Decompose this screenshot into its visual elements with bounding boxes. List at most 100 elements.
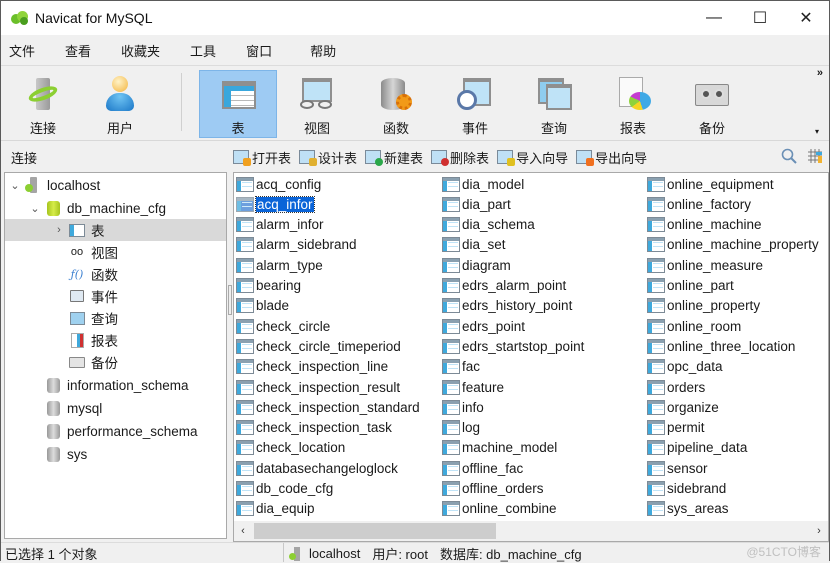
table-item[interactable]: online_three_location <box>647 336 795 356</box>
chevron-right-icon[interactable]: › <box>53 224 65 236</box>
menu-help[interactable]: 帮助 <box>302 41 344 60</box>
toolbar-function-button[interactable]: 函数 <box>357 70 435 138</box>
table-item[interactable]: diagram <box>442 255 511 275</box>
design-table-button[interactable]: 设计表 <box>299 148 357 167</box>
table-item[interactable]: online_measure <box>647 255 763 275</box>
menu-window[interactable]: 窗口 <box>238 41 280 60</box>
delete-table-button[interactable]: 删除表 <box>431 148 489 167</box>
scroll-left-icon[interactable]: ‹ <box>234 521 252 541</box>
table-item[interactable]: log <box>442 418 480 438</box>
table-item[interactable]: info <box>442 397 484 417</box>
toolbar-event-button[interactable]: 事件 <box>436 70 514 138</box>
table-item[interactable]: bearing <box>236 276 301 296</box>
table-item[interactable]: check_circle_timeperiod <box>236 336 401 356</box>
table-item[interactable]: check_inspection_task <box>236 418 392 438</box>
table-item[interactable]: pipeline_data <box>647 438 747 458</box>
table-item[interactable]: acq_infor <box>236 194 315 214</box>
table-item[interactable]: online_factory <box>647 194 751 214</box>
menu-view[interactable]: 查看 <box>57 41 99 60</box>
toolbar-dropdown-button[interactable]: ▾ <box>815 127 819 136</box>
new-table-button[interactable]: 新建表 <box>365 148 423 167</box>
tree-item-reports[interactable]: 报表 <box>5 329 226 351</box>
table-item[interactable]: edrs_startstop_point <box>442 336 584 356</box>
scroll-right-icon[interactable]: › <box>810 521 828 541</box>
table-item[interactable]: databasechangeloglock <box>236 458 398 478</box>
minimize-button[interactable]: — <box>691 1 737 35</box>
table-item[interactable]: opc_data <box>647 357 723 377</box>
table-item[interactable]: dia_set <box>442 235 506 255</box>
maximize-button[interactable]: ☐ <box>737 1 783 35</box>
table-item[interactable]: dia_equip <box>236 499 315 519</box>
table-item[interactable]: sys_areas <box>647 499 729 519</box>
table-item[interactable]: edrs_point <box>442 316 525 336</box>
menu-tools[interactable]: 工具 <box>182 41 224 60</box>
tree-item-functions[interactable]: ƒ() 函数 <box>5 263 226 285</box>
table-item[interactable]: offline_fac <box>442 458 523 478</box>
table-item[interactable]: dia_part <box>442 194 511 214</box>
table-item[interactable]: online_machine <box>647 215 762 235</box>
table-item[interactable]: blade <box>236 296 289 316</box>
table-item[interactable]: sidebrand <box>647 479 726 499</box>
open-table-button[interactable]: 打开表 <box>233 148 291 167</box>
toolbar-query-button[interactable]: 查询 <box>515 70 593 138</box>
table-item[interactable]: online_room <box>647 316 741 336</box>
tree-item-queries[interactable]: 查询 <box>5 307 226 329</box>
splitter-grip[interactable] <box>228 285 232 315</box>
table-item[interactable]: check_inspection_line <box>236 357 388 377</box>
table-item[interactable]: online_equipment <box>647 174 774 194</box>
table-item[interactable]: organize <box>647 397 719 417</box>
chevron-down-icon[interactable]: ⌄ <box>9 179 21 192</box>
tree-database-information-schema[interactable]: information_schema <box>5 374 226 396</box>
table-item[interactable]: sensor <box>647 458 708 478</box>
tree-item-tables[interactable]: › 表 <box>5 219 226 241</box>
close-button[interactable]: ✕ <box>783 1 829 35</box>
table-item[interactable]: alarm_type <box>236 255 323 275</box>
menu-favorites[interactable]: 收藏夹 <box>113 41 168 60</box>
toolbar-overflow-button[interactable]: » <box>817 67 823 79</box>
tree-item-views[interactable]: oo 视图 <box>5 241 226 263</box>
tree-database-sys[interactable]: sys <box>5 443 226 465</box>
table-item[interactable]: check_circle <box>236 316 330 336</box>
table-item[interactable]: online_property <box>647 296 760 316</box>
toolbar-user-button[interactable]: 用户 <box>81 70 159 138</box>
table-item[interactable]: orders <box>647 377 705 397</box>
grid-view-icon[interactable] <box>807 148 823 164</box>
export-wizard-button[interactable]: 导出向导 <box>576 148 647 167</box>
table-item[interactable]: alarm_sidebrand <box>236 235 357 255</box>
table-item[interactable]: online_machine_property <box>647 235 819 255</box>
table-item[interactable]: online_combine <box>442 499 557 519</box>
table-item[interactable]: alarm_infor <box>236 215 324 235</box>
toolbar-connection-button[interactable]: 连接 <box>4 70 82 138</box>
tree-database-performance-schema[interactable]: performance_schema <box>5 420 226 442</box>
tree-item-backups[interactable]: 备份 <box>5 351 226 373</box>
table-item[interactable]: edrs_history_point <box>442 296 572 316</box>
search-icon[interactable] <box>781 148 797 164</box>
toolbar-report-button[interactable]: 报表 <box>594 70 672 138</box>
table-item[interactable]: fac <box>442 357 480 377</box>
table-item[interactable]: edrs_alarm_point <box>442 276 566 296</box>
table-item[interactable]: dia_schema <box>442 215 535 235</box>
table-item[interactable]: dia_model <box>442 174 524 194</box>
tree-database-db-machine-cfg[interactable]: ⌄ db_machine_cfg <box>5 197 226 219</box>
table-item[interactable]: check_location <box>236 438 345 458</box>
tree-connection-localhost[interactable]: ⌄ localhost <box>5 174 226 196</box>
table-item[interactable]: online_part <box>647 276 734 296</box>
table-item[interactable]: check_inspection_result <box>236 377 400 397</box>
table-item[interactable]: db_code_cfg <box>236 479 333 499</box>
toolbar-view-button[interactable]: 视图 <box>278 70 356 138</box>
tree-database-mysql[interactable]: mysql <box>5 397 226 419</box>
table-item[interactable]: acq_config <box>236 174 321 194</box>
toolbar-backup-button[interactable]: 备份 <box>673 70 751 138</box>
table-item[interactable]: offline_orders <box>442 479 544 499</box>
toolbar-table-button[interactable]: 表 <box>199 70 277 138</box>
table-item[interactable]: machine_model <box>442 438 557 458</box>
tree-item-events[interactable]: 事件 <box>5 285 226 307</box>
horizontal-scrollbar[interactable]: ‹ › <box>234 521 828 541</box>
import-wizard-button[interactable]: 导入向导 <box>497 148 568 167</box>
menu-file[interactable]: 文件 <box>1 41 43 60</box>
table-item[interactable]: feature <box>442 377 504 397</box>
table-item[interactable]: permit <box>647 418 705 438</box>
chevron-down-icon[interactable]: ⌄ <box>29 202 41 215</box>
table-item[interactable]: check_inspection_standard <box>236 397 420 417</box>
scrollbar-thumb[interactable] <box>254 523 496 539</box>
